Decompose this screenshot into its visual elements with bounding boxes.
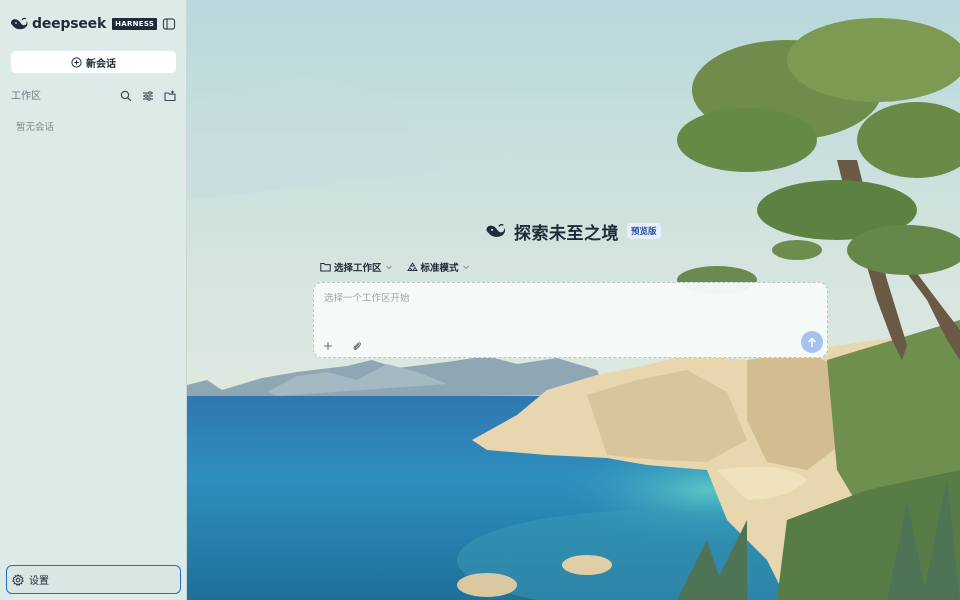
workspace-selector-label: 选择工作区 [334,263,382,274]
sidebar-toggle-icon[interactable] [162,16,176,30]
plus-circle-icon [71,56,82,68]
composer-selectors: 选择工作区 标准模式 [320,260,470,274]
hero-title: 探索未至之境 [514,223,619,244]
settings-label: 设置 [29,576,49,587]
sidebar: deepseek HARNESS 新会话 工作区 暂无会话 设置 [0,0,187,600]
add-folder-icon[interactable] [164,87,176,102]
whale-icon [486,223,506,237]
workspace-tools [120,87,176,102]
settings-button[interactable]: 设置 [6,565,181,594]
message-composer [313,282,828,358]
brand[interactable]: deepseek HARNESS [10,15,158,33]
workspace-label: 工作区 [11,91,41,102]
brand-name: deepseek [32,16,107,32]
recycle-icon [406,261,418,271]
folder-icon [320,263,331,272]
gear-icon [12,573,24,586]
chevron-down-icon [462,265,469,270]
add-icon[interactable] [322,337,334,350]
mode-selector-label: 标准模式 [420,263,459,274]
new-chat-label: 新会话 [86,58,116,70]
send-button[interactable] [801,331,823,353]
paperclip-icon[interactable] [351,337,363,350]
whale-icon [10,16,28,32]
filter-icon[interactable] [142,87,154,101]
arrow-up-icon [808,337,816,347]
brand-badge: HARNESS [112,18,158,30]
message-input[interactable] [324,293,794,304]
search-icon[interactable] [120,87,132,102]
preview-badge: 预览版 [627,223,661,239]
chevron-down-icon [385,265,392,270]
workspace-selector[interactable]: 选择工作区 [320,260,393,274]
new-chat-button[interactable]: 新会话 [10,50,177,74]
empty-conversations-text: 暂无会话 [16,122,55,133]
hero-heading: 探索未至之境 预览版 [484,220,661,244]
mode-selector[interactable]: 标准模式 [406,260,470,274]
